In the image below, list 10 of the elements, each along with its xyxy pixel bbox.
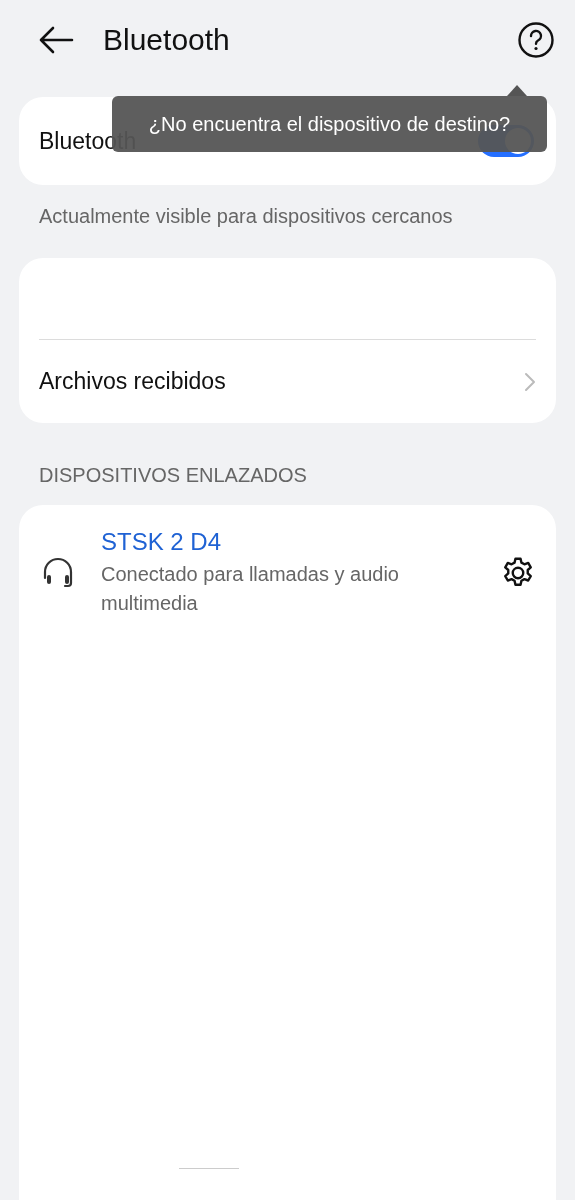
- help-icon[interactable]: [517, 21, 555, 59]
- visibility-note: Actualmente visible para dispositivos cercanos: [39, 204, 454, 229]
- headset-icon: [41, 555, 75, 590]
- device-item[interactable]: STSK 2 D4 Conectado para llamadas y audio multimedia: [19, 505, 556, 618]
- section-header: DISPOSITIVOS ENLAZADOS: [39, 463, 308, 488]
- page-title: Bluetooth: [103, 25, 230, 55]
- device-status: Conectado para llamadas y audio multimedia: [101, 562, 400, 616]
- device-name: STSK 2 D4: [101, 527, 223, 557]
- back-icon[interactable]: [38, 25, 74, 55]
- chevron-right-icon: [524, 371, 536, 392]
